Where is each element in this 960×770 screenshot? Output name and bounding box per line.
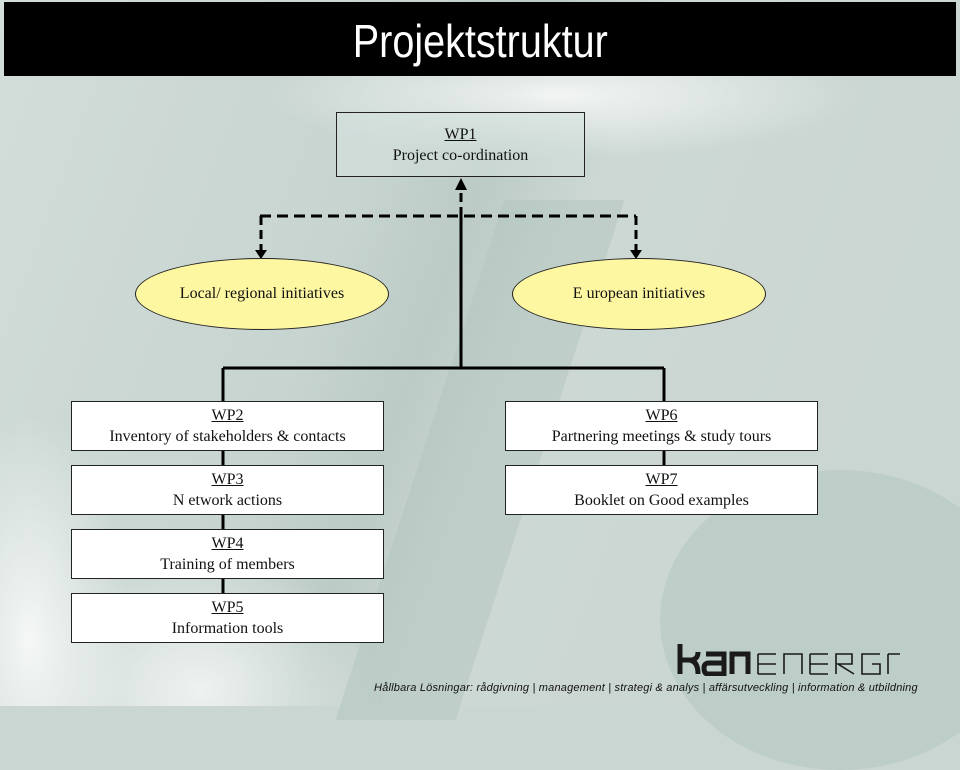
- wp2-id: WP2: [211, 407, 244, 424]
- wp4-label: Training of members: [160, 556, 295, 573]
- european-initiatives-ellipse: E uropean initiatives: [512, 258, 766, 330]
- wp6-box: WP6 Partnering meetings & study tours: [505, 401, 818, 451]
- logo-bold-letters: [677, 644, 751, 676]
- wp7-id: WP7: [645, 471, 678, 488]
- footer-tagline: Hållbara Lösningar: rådgivning | managem…: [374, 682, 918, 694]
- local-initiatives-label: Local/ regional initiatives: [179, 285, 345, 302]
- wp4-box: WP4 Training of members: [71, 529, 384, 579]
- wp6-id: WP6: [645, 407, 678, 424]
- wp7-label: Booklet on Good examples: [574, 492, 749, 509]
- wp1-id: WP1: [444, 126, 477, 143]
- wp2-box: WP2 Inventory of stakeholders & contacts: [71, 401, 384, 451]
- wp5-box: WP5 Information tools: [71, 593, 384, 643]
- wp3-box: WP3 N etwork actions: [71, 465, 384, 515]
- european-initiatives-label: E uropean initiatives: [572, 285, 706, 302]
- wp7-box: WP7 Booklet on Good examples: [505, 465, 818, 515]
- local-initiatives-ellipse: Local/ regional initiatives: [135, 258, 389, 330]
- wp2-label: Inventory of stakeholders & contacts: [109, 428, 346, 445]
- wp6-label: Partnering meetings & study tours: [551, 428, 772, 445]
- wp5-id: WP5: [211, 599, 244, 616]
- wp5-label: Information tools: [171, 620, 284, 637]
- wp4-id: WP4: [211, 535, 244, 552]
- arrow-up-icon: [455, 178, 467, 190]
- wp3-id: WP3: [211, 471, 244, 488]
- wp3-label: N etwork actions: [172, 492, 283, 509]
- wp1-box: WP1 Project co-ordination: [336, 112, 585, 177]
- logo-thin-letters: [757, 653, 900, 675]
- wp1-label: Project co-ordination: [392, 147, 529, 164]
- kanenergi-logo: [677, 644, 900, 676]
